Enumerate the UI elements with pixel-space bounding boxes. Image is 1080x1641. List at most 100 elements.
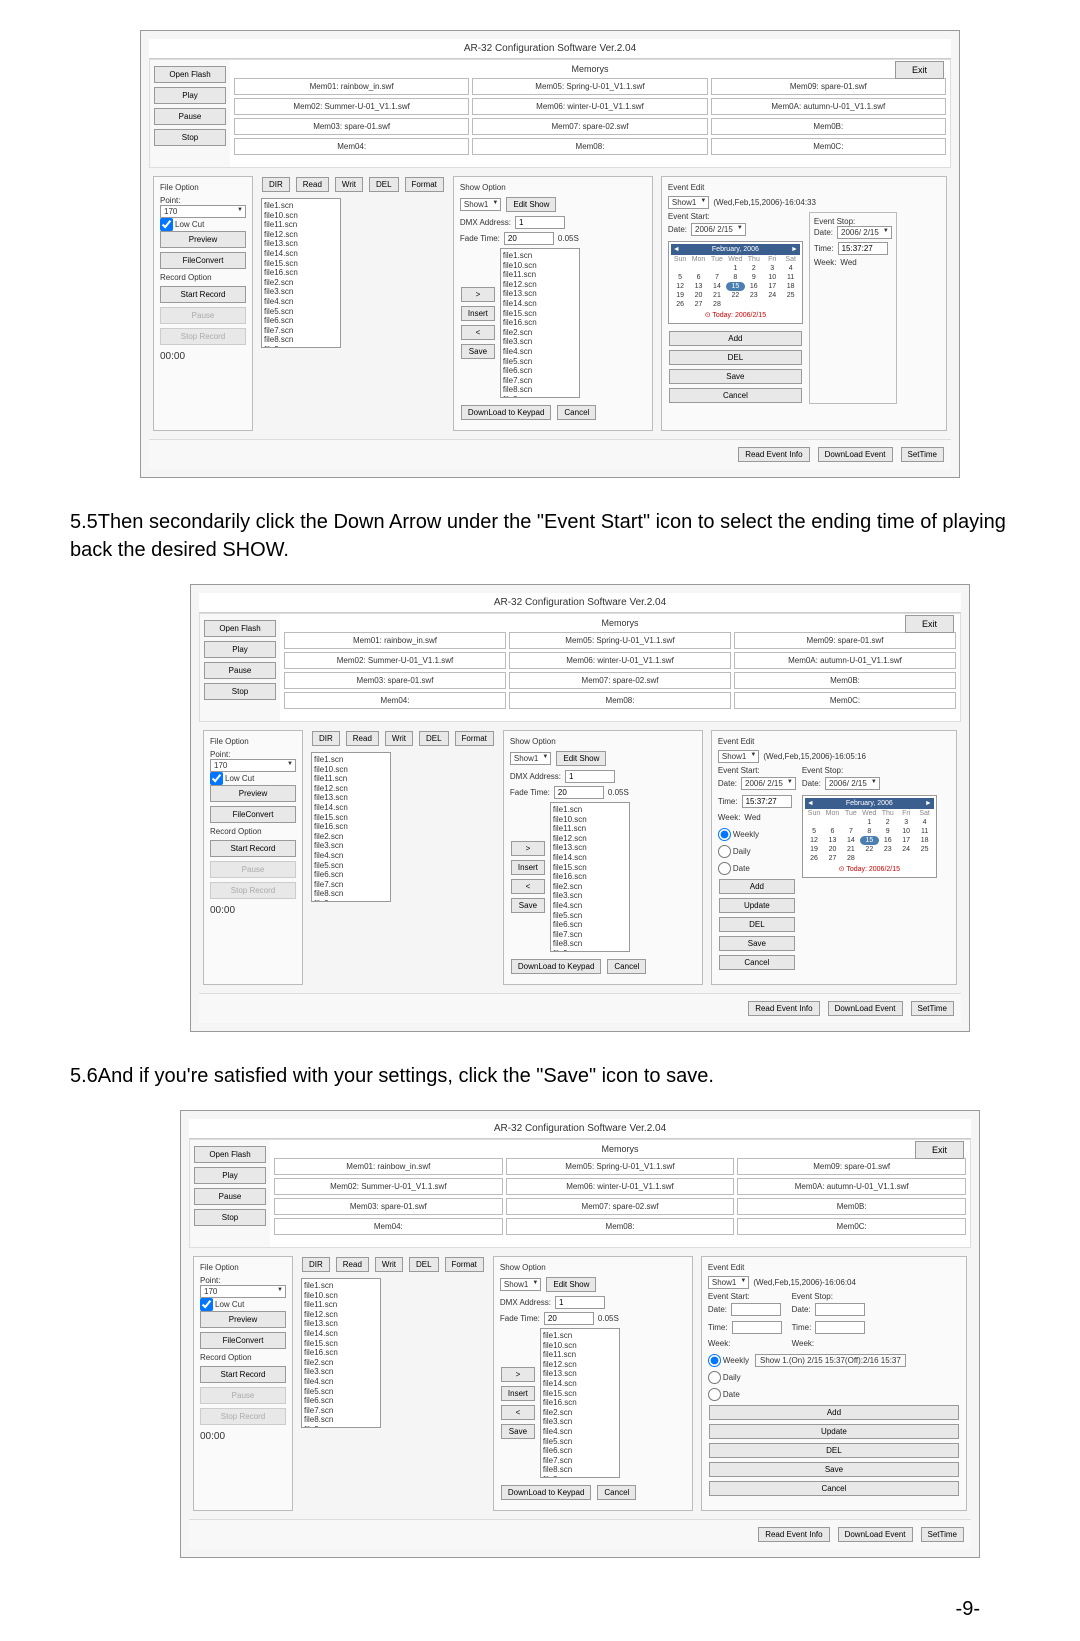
pause-button-2[interactable]: Pause [204, 662, 276, 679]
download-keypad-button[interactable]: DownLoad to Keypad [461, 405, 552, 420]
point-dropdown[interactable]: 170 [160, 205, 246, 218]
stop-button[interactable]: Stop [154, 129, 226, 146]
mem-cell[interactable]: Mem06: winter-U-01_V1.1.swf [509, 652, 731, 669]
open-flash-button-2[interactable]: Open Flash [204, 620, 276, 637]
stop-date-dropdown-2[interactable]: 2006/ 2/15 [825, 777, 880, 790]
exit-button-2[interactable]: Exit [905, 615, 954, 633]
mem-cell[interactable]: Mem04: [284, 692, 506, 709]
mem-cell[interactable]: Mem03: spare-01.swf [274, 1198, 503, 1215]
save-show-button[interactable]: Save [461, 344, 495, 359]
cancel-button[interactable]: Cancel [557, 405, 596, 420]
exit-button-3[interactable]: Exit [915, 1141, 964, 1159]
format-button[interactable]: Format [405, 177, 444, 192]
set-time-button[interactable]: SetTime [901, 447, 945, 462]
start-record-button[interactable]: Start Record [160, 286, 246, 303]
mem-0b[interactable]: Mem0B: [711, 118, 946, 135]
mem-cell[interactable]: Mem02: Summer-U-01_V1.1.swf [274, 1178, 503, 1195]
file-convert-button-2[interactable]: FileConvert [210, 806, 296, 823]
add-event-button-3[interactable]: Add [709, 1405, 959, 1420]
update-event-button-3[interactable]: Update [709, 1424, 959, 1439]
calendar[interactable]: ◄February, 2006► SunMonTueWedThuFriSat12… [668, 241, 803, 324]
mem-cell[interactable]: Mem02: Summer-U-01_V1.1.swf [284, 652, 506, 669]
preview-button-2[interactable]: Preview [210, 785, 296, 802]
mem-01[interactable]: Mem01: rainbow_in.swf [234, 78, 469, 95]
mem-cell[interactable]: Mem07: spare-02.swf [509, 672, 731, 689]
mem-07[interactable]: Mem07: spare-02.swf [472, 118, 707, 135]
mem-cell[interactable]: Mem01: rainbow_in.swf [284, 632, 506, 649]
mem-02[interactable]: Mem02: Summer-U-01_V1.1.swf [234, 98, 469, 115]
cal-next-icon[interactable]: ► [791, 246, 798, 253]
mem-cell[interactable]: Mem01: rainbow_in.swf [274, 1158, 503, 1175]
stop-button-2[interactable]: Stop [204, 683, 276, 700]
date-dropdown[interactable]: 2006/ 2/15 [691, 223, 746, 236]
mem-cell[interactable]: Mem08: [509, 692, 731, 709]
file-convert-button[interactable]: FileConvert [160, 252, 246, 269]
mem-cell[interactable]: Mem07: spare-02.swf [506, 1198, 735, 1215]
mem-0c[interactable]: Mem0C: [711, 138, 946, 155]
save-event-button[interactable]: Save [669, 369, 802, 384]
stop-record-button: Stop Record [160, 328, 246, 345]
writ-button[interactable]: Writ [335, 177, 363, 192]
mem-cell[interactable]: Mem0A: autumn-U-01_V1.1.swf [734, 652, 956, 669]
date-radio[interactable]: Date [718, 862, 796, 875]
mem-03[interactable]: Mem03: spare-01.swf [234, 118, 469, 135]
stop-date-dropdown[interactable]: 2006/ 2/15 [837, 226, 892, 239]
move-left-button[interactable]: < [461, 325, 495, 340]
play-button-2[interactable]: Play [204, 641, 276, 658]
calendar-2[interactable]: ◄February, 2006► SunMonTueWedThuFriSat12… [802, 795, 937, 878]
mem-cell[interactable]: Mem09: spare-01.swf [734, 632, 956, 649]
mem-cell[interactable]: Mem0A: autumn-U-01_V1.1.swf [737, 1178, 966, 1195]
mem-cell[interactable]: Mem05: Spring-U-01_V1.1.swf [509, 632, 731, 649]
del-event-button-3[interactable]: DEL [709, 1443, 959, 1458]
pause-button[interactable]: Pause [154, 108, 226, 125]
exit-button[interactable]: Exit [895, 61, 944, 79]
low-cut-checkbox[interactable]: Low Cut [160, 218, 246, 231]
dir-button[interactable]: DIR [262, 177, 290, 192]
preview-button[interactable]: Preview [160, 231, 246, 248]
file-list-right-2[interactable]: file1.scnfile10.scnfile11.scnfile12.scnf… [550, 802, 630, 952]
daily-radio[interactable]: Daily [718, 845, 796, 858]
event-show-select[interactable]: Show1 [668, 196, 709, 209]
mem-cell[interactable]: Mem0B: [737, 1198, 966, 1215]
mem-cell[interactable]: Mem06: winter-U-01_V1.1.swf [506, 1178, 735, 1195]
mem-08[interactable]: Mem08: [472, 138, 707, 155]
mem-09[interactable]: Mem09: spare-01.swf [711, 78, 946, 95]
cal-prev-icon[interactable]: ◄ [673, 246, 680, 253]
file-list-right[interactable]: file1.scnfile10.scnfile11.scnfile12.scnf… [500, 248, 580, 398]
download-event-button[interactable]: DownLoad Event [818, 447, 893, 462]
instruction-56: 5.6And if you're satisfied with your set… [70, 1062, 1010, 1090]
mem-cell[interactable]: Mem08: [506, 1218, 735, 1235]
open-flash-button[interactable]: Open Flash [154, 66, 226, 83]
del-event-button[interactable]: DEL [669, 350, 802, 365]
mem-cell[interactable]: Mem03: spare-01.swf [284, 672, 506, 689]
mem-cell[interactable]: Mem0B: [734, 672, 956, 689]
dmx-input[interactable] [515, 216, 565, 229]
edit-show-button[interactable]: Edit Show [506, 197, 556, 212]
move-right-button[interactable]: > [461, 287, 495, 302]
start-record-button-2[interactable]: Start Record [210, 840, 296, 857]
weekly-radio[interactable]: Weekly [718, 828, 796, 841]
file-list-left-2[interactable]: file1.scnfile10.scnfile11.scnfile12.scnf… [311, 752, 391, 902]
mem-cell[interactable]: Mem09: spare-01.swf [737, 1158, 966, 1175]
mem-cell[interactable]: Mem0C: [737, 1218, 966, 1235]
mem-cell[interactable]: Mem05: Spring-U-01_V1.1.swf [506, 1158, 735, 1175]
stop-time-input[interactable] [838, 242, 888, 255]
file-list-left[interactable]: file1.scnfile10.scnfile11.scnfile12.scnf… [261, 198, 341, 348]
show-select[interactable]: Show1 [460, 198, 501, 211]
mem-cell[interactable]: Mem04: [274, 1218, 503, 1235]
mem-06[interactable]: Mem06: winter-U-01_V1.1.swf [472, 98, 707, 115]
play-button[interactable]: Play [154, 87, 226, 104]
today-link[interactable]: ⊙ Today: 2006/2/15 [671, 309, 800, 321]
point-dropdown-2[interactable]: 170 [210, 759, 296, 772]
cancel-event-button[interactable]: Cancel [669, 388, 802, 403]
del-button[interactable]: DEL [369, 177, 399, 192]
mem-0a[interactable]: Mem0A: autumn-U-01_V1.1.swf [711, 98, 946, 115]
read-button[interactable]: Read [296, 177, 329, 192]
low-cut-checkbox-2[interactable]: Low Cut [210, 772, 296, 785]
mem-04[interactable]: Mem04: [234, 138, 469, 155]
fade-input[interactable] [504, 232, 554, 245]
read-event-info-button[interactable]: Read Event Info [738, 447, 809, 462]
mem-cell[interactable]: Mem0C: [734, 692, 956, 709]
insert-button[interactable]: Insert [461, 306, 495, 321]
mem-05[interactable]: Mem05: Spring-U-01_V1.1.swf [472, 78, 707, 95]
